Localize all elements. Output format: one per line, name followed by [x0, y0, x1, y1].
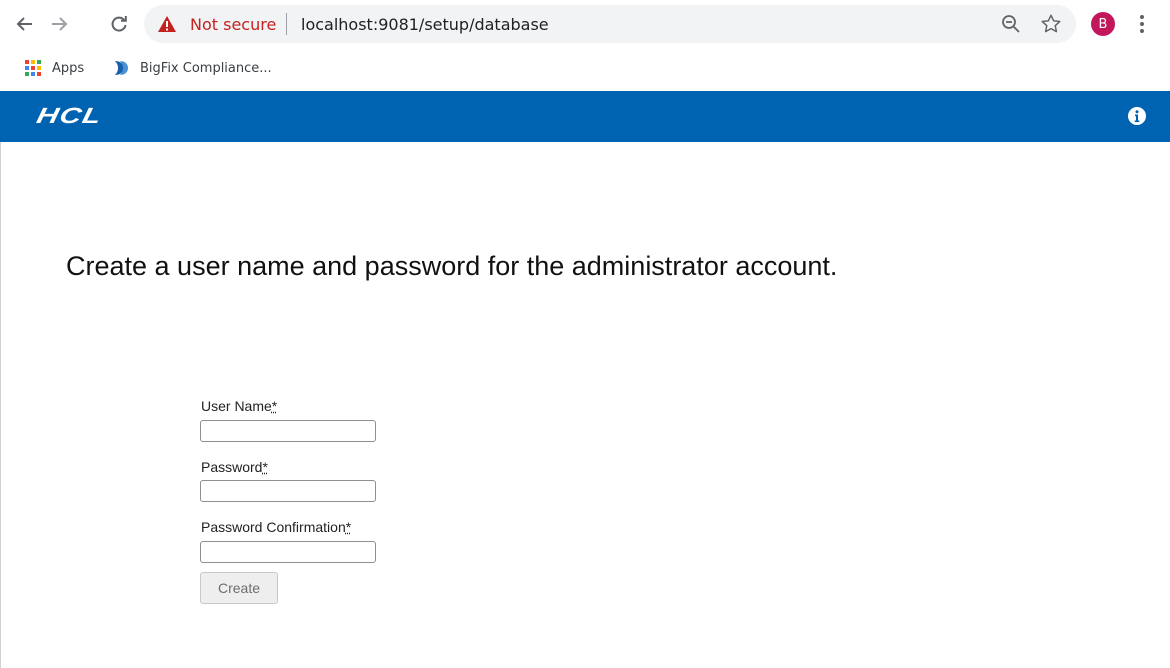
zoom-icon[interactable] [1001, 14, 1021, 34]
profile-avatar[interactable]: B [1091, 12, 1115, 36]
apps-grid-icon [25, 60, 41, 76]
browser-toolbar: Not secure localhost:9081/setup/database… [0, 0, 1170, 50]
hcl-logo: HCL [34, 103, 105, 128]
bookmark-bigfix[interactable]: BigFix Compliance... [112, 59, 272, 77]
forward-arrow-icon [52, 17, 68, 31]
password-input[interactable] [200, 480, 376, 502]
reload-icon [111, 16, 127, 32]
password-confirmation-label: Password Confirmation* [201, 519, 352, 535]
bookmark-apps[interactable]: Apps [24, 59, 84, 77]
bigfix-icon [115, 61, 128, 75]
info-icon[interactable] [1128, 107, 1146, 125]
url-text[interactable]: localhost:9081/setup/database [301, 15, 549, 34]
username-input[interactable] [200, 420, 376, 442]
required-marker: * [271, 398, 278, 414]
omnibox-separator [286, 13, 287, 35]
bookmarks-bar: Apps BigFix Compliance... [0, 50, 1170, 88]
username-label: User Name* [201, 398, 278, 414]
security-status[interactable]: Not secure [190, 15, 276, 34]
back-arrow-icon [16, 17, 32, 31]
page-left-border [0, 142, 1, 668]
bookmark-label: BigFix Compliance... [140, 60, 272, 76]
create-button[interactable]: Create [200, 572, 278, 604]
password-confirmation-input[interactable] [200, 541, 376, 563]
forward-button[interactable] [46, 11, 72, 37]
page-heading: Create a user name and password for the … [66, 251, 838, 281]
kebab-menu-icon[interactable] [1137, 12, 1147, 36]
reload-button[interactable] [106, 11, 132, 37]
app-header: HCL [0, 91, 1170, 142]
password-label: Password* [201, 459, 268, 475]
bookmark-label: Apps [52, 60, 85, 76]
warning-triangle-icon [158, 16, 176, 32]
required-marker: * [345, 519, 352, 535]
address-bar[interactable]: Not secure localhost:9081/setup/database [144, 5, 1076, 43]
bookmark-star-icon[interactable] [1040, 13, 1062, 35]
back-button[interactable] [12, 11, 38, 37]
required-marker: * [262, 459, 268, 475]
